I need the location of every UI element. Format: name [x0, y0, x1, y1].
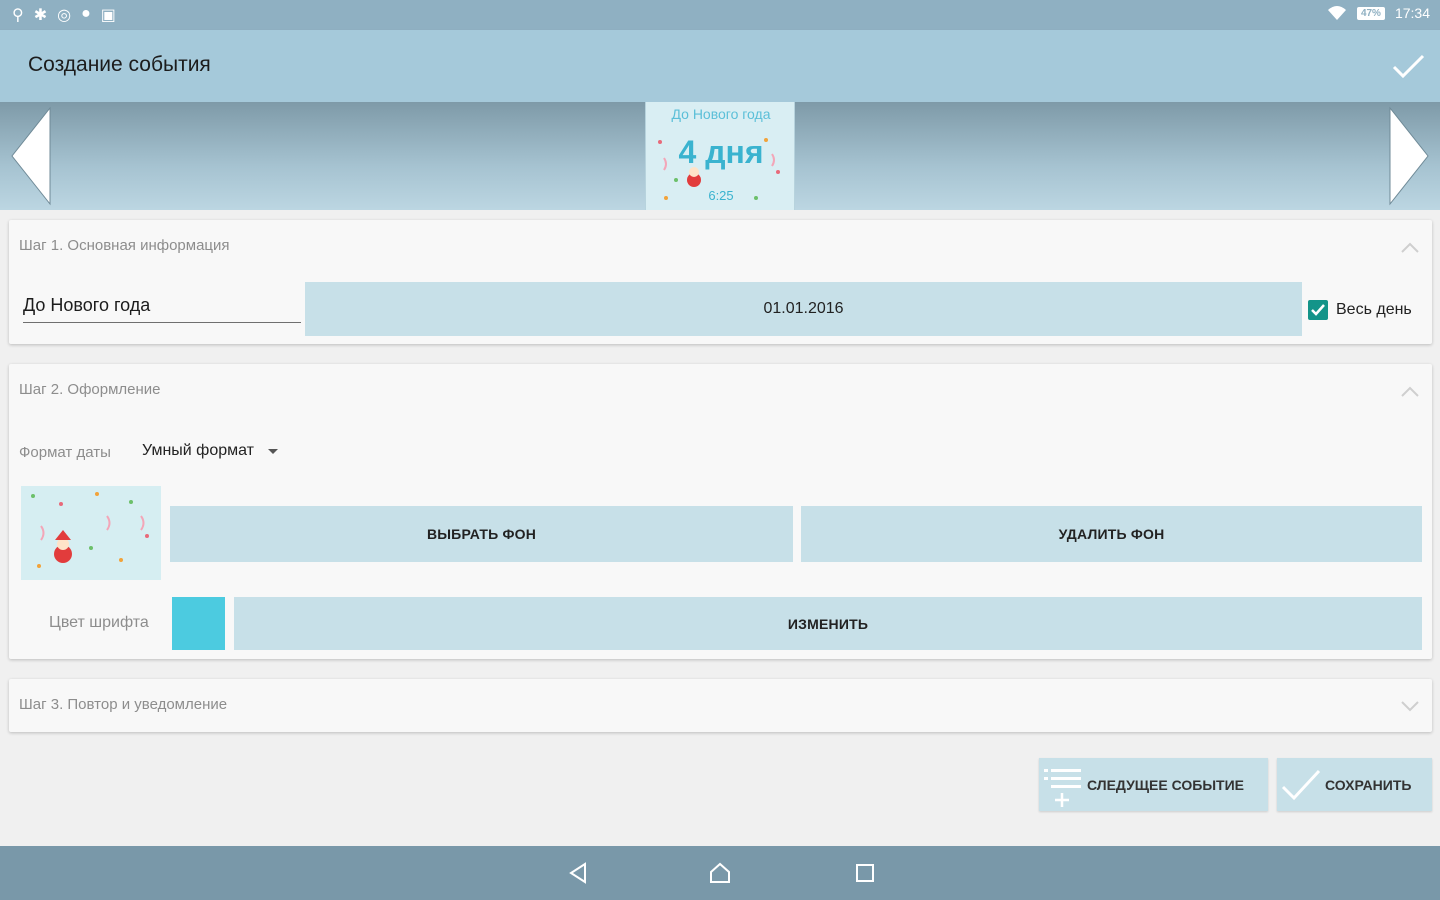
date-picker-button[interactable]: 01.01.2016 [305, 282, 1302, 336]
status-notification-icons: ⚲ ✱ ◎ ● ▣ [12, 5, 116, 25]
event-name-input[interactable]: До Нового года [23, 295, 301, 323]
gallery-icon: ▣ [100, 7, 116, 24]
save-label: СОХРАНИТЬ [1325, 776, 1412, 793]
all-day-checkbox[interactable]: Весь день [1308, 300, 1412, 320]
data-saver-icon: ◎ [57, 7, 72, 24]
event-preview-card: До Нового года 4 дня 6:25 [645, 102, 795, 210]
save-button[interactable]: СОХРАНИТЬ [1277, 758, 1432, 811]
background-thumbnail[interactable] [21, 486, 161, 580]
next-arrow-icon[interactable] [1384, 104, 1432, 208]
bluetooth-icon: ✱ [33, 7, 48, 24]
location-icon: ● [81, 5, 91, 22]
check-icon[interactable] [1386, 44, 1430, 88]
step2-card: Шаг 2. Оформление Формат даты Умный форм… [9, 364, 1432, 659]
font-color-label: Цвет шрифта [49, 614, 149, 631]
system-navigation-bar [0, 846, 1440, 900]
date-format-label: Формат даты [19, 444, 111, 461]
choose-background-button[interactable]: ВЫБРАТЬ ФОН [170, 506, 793, 562]
all-day-label: Весь день [1336, 301, 1412, 318]
previous-arrow-icon[interactable] [8, 104, 56, 208]
wifi-icon [1327, 6, 1346, 20]
next-event-label: СЛЕДУЩЕЕ СОБЫТИЕ [1087, 776, 1244, 793]
status-system-icons: 47% 17:34 [1327, 5, 1430, 21]
checkbox-checked-icon[interactable] [1308, 300, 1328, 320]
chevron-down-icon[interactable] [1400, 699, 1420, 713]
clock: 17:34 [1394, 5, 1430, 21]
back-icon[interactable] [565, 860, 591, 886]
add-list-icon [1039, 758, 1087, 811]
page-title: Создание события [28, 53, 211, 76]
font-color-swatch[interactable] [172, 597, 225, 650]
home-icon[interactable] [707, 860, 733, 886]
event-preview-banner: До Нового года 4 дня 6:25 [0, 102, 1440, 210]
next-event-button[interactable]: СЛЕДУЩЕЕ СОБЫТИЕ [1039, 758, 1268, 811]
date-format-dropdown[interactable]: Умный формат [142, 442, 278, 460]
battery-icon: 47% [1356, 6, 1385, 20]
usb-icon: ⚲ [12, 7, 24, 24]
date-format-value: Умный формат [142, 442, 254, 459]
step3-card[interactable]: Шаг 3. Повтор и уведомление [9, 679, 1432, 732]
chevron-up-icon[interactable] [1400, 384, 1420, 398]
dropdown-arrow-icon [268, 448, 278, 454]
step1-card: Шаг 1. Основная информация До Нового год… [9, 220, 1432, 344]
preview-days: 4 дня [678, 134, 764, 170]
recents-icon[interactable] [852, 860, 878, 886]
delete-background-button[interactable]: УДАЛИТЬ ФОН [801, 506, 1422, 562]
step2-header[interactable]: Шаг 2. Оформление [19, 381, 161, 398]
check-icon [1277, 758, 1325, 811]
confetti-background-image [31, 492, 149, 568]
app-bar: Создание события [0, 30, 1440, 102]
status-bar: ⚲ ✱ ◎ ● ▣ 47% 17:34 [0, 0, 1440, 30]
step3-header[interactable]: Шаг 3. Повтор и уведомление [19, 696, 227, 713]
preview-time: 6:25 [708, 188, 734, 203]
chevron-up-icon[interactable] [1400, 240, 1420, 254]
step1-header[interactable]: Шаг 1. Основная информация [19, 237, 230, 254]
preview-title: До Нового года [671, 106, 771, 122]
change-font-color-button[interactable]: ИЗМЕНИТЬ [234, 597, 1422, 650]
